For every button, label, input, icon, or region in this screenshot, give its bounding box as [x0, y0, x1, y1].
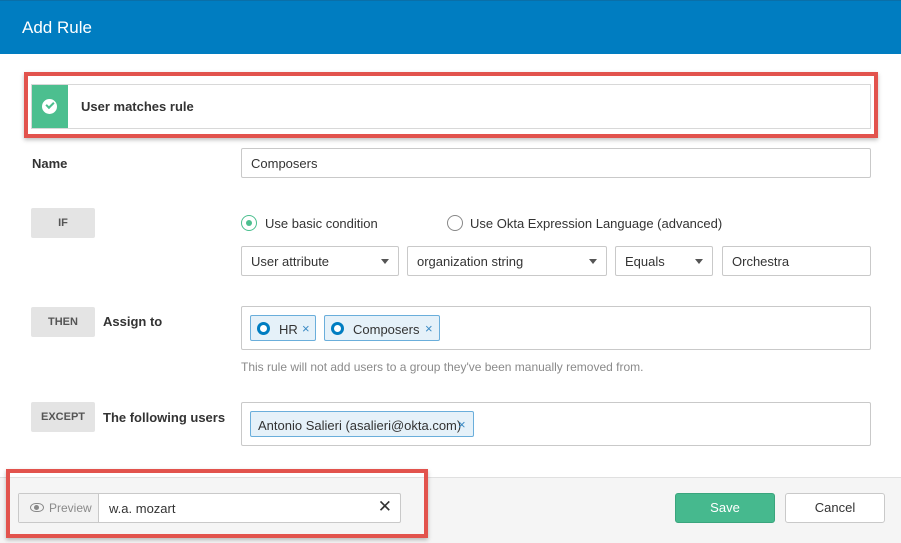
attribute-select[interactable]: User attribute — [241, 246, 399, 276]
remove-chip-icon[interactable]: × — [302, 321, 310, 336]
remove-chip-icon[interactable]: × — [425, 321, 433, 336]
group-icon — [257, 322, 270, 335]
preview-input-group: Preview w.a. mozart ✕ — [18, 493, 401, 523]
then-tag: THEN — [31, 307, 95, 337]
banner-status-strip — [32, 85, 68, 128]
group-chip-hr: HR × — [250, 315, 316, 341]
operator-select-value: Equals — [625, 254, 665, 269]
group-chip-label: Composers — [353, 322, 420, 337]
eye-icon — [30, 503, 44, 512]
group-icon — [331, 322, 344, 335]
expression-language-radio[interactable] — [447, 215, 463, 231]
group-chip-composers: Composers × — [324, 315, 440, 341]
expression-language-label[interactable]: Use Okta Expression Language (advanced) — [470, 216, 722, 231]
operator-select[interactable]: Equals — [615, 246, 713, 276]
match-status-banner: User matches rule — [31, 84, 871, 129]
name-label: Name — [32, 156, 68, 171]
basic-condition-radio[interactable] — [241, 215, 257, 231]
check-circle-icon — [42, 99, 57, 114]
user-chip-label: Antonio Salieri (asalieri@okta.com) — [258, 418, 462, 433]
except-tag: EXCEPT — [31, 402, 95, 432]
preview-addon: Preview — [19, 494, 99, 522]
chevron-down-icon — [695, 259, 703, 264]
assign-help-text: This rule will not add users to a group … — [241, 360, 644, 374]
condition-value-input[interactable]: Orchestra — [722, 246, 871, 276]
basic-condition-label[interactable]: Use basic condition — [265, 216, 378, 231]
name-input[interactable]: Composers — [241, 148, 871, 178]
dialog-title: Add Rule — [22, 18, 92, 37]
group-chip-label: HR — [279, 322, 298, 337]
cancel-button[interactable]: Cancel — [785, 493, 885, 523]
preview-user-input[interactable]: w.a. mozart — [109, 501, 175, 516]
chevron-down-icon — [381, 259, 389, 264]
excluded-users-input[interactable]: Antonio Salieri (asalieri@okta.com) × — [241, 402, 871, 446]
assign-to-label: Assign to — [103, 314, 163, 329]
save-button[interactable]: Save — [675, 493, 775, 523]
dialog-header: Add Rule — [0, 0, 901, 54]
user-chip: Antonio Salieri (asalieri@okta.com) × — [250, 411, 474, 437]
attribute-select-value: User attribute — [251, 254, 330, 269]
assign-groups-input[interactable]: HR × Composers × — [241, 306, 871, 350]
banner-text: User matches rule — [81, 99, 194, 114]
remove-chip-icon[interactable]: × — [458, 417, 466, 432]
chevron-down-icon — [589, 259, 597, 264]
preview-label: Preview — [49, 501, 92, 515]
clear-icon[interactable]: ✕ — [378, 497, 392, 517]
property-select[interactable]: organization string — [407, 246, 607, 276]
if-tag: IF — [31, 208, 95, 238]
following-users-label: The following users — [103, 410, 226, 425]
property-select-value: organization string — [417, 254, 524, 269]
